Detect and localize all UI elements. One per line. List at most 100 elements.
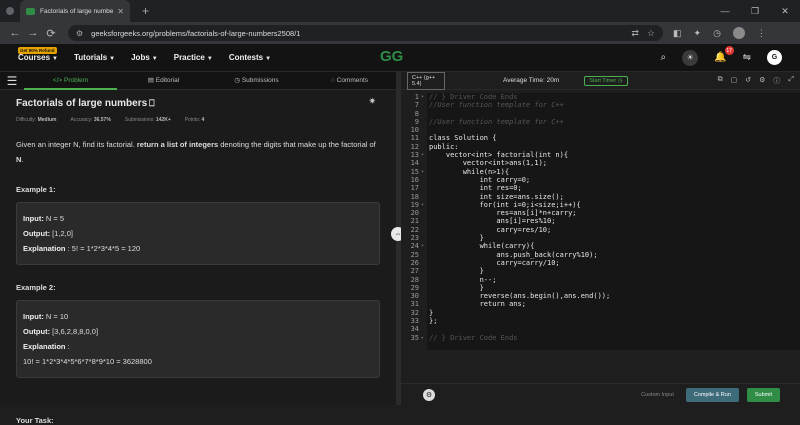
- code-line: 15 ▾ while(n>1){: [401, 168, 800, 176]
- gfg-logo[interactable]: GG: [380, 48, 403, 65]
- desc-text: denoting the digits that make up the fac…: [218, 140, 376, 149]
- url-bar[interactable]: ⚙ geeksforgeeks.org/problems/factorials-…: [68, 25, 663, 41]
- problem-tabs: ☰ </> Problem ▤ Editorial ◷ Submissions …: [0, 72, 396, 90]
- output-label: Output:: [23, 327, 51, 336]
- line-number: 12: [410, 142, 419, 151]
- back-icon[interactable]: ←: [6, 27, 24, 39]
- code-text: //User function template for C++: [429, 101, 564, 110]
- line-number: 7: [414, 101, 419, 110]
- theme-toggle-icon[interactable]: ☀: [682, 49, 699, 66]
- code-line: 32}: [401, 309, 800, 317]
- forward-icon[interactable]: →: [24, 27, 42, 39]
- code-line: 35 ▸// } Driver Code Ends: [401, 334, 800, 342]
- code-line: 29 }: [401, 284, 800, 292]
- refund-badge: Get 90% Refund: [18, 47, 57, 54]
- line-number: 15: [410, 167, 419, 176]
- header-actions: ⌕ ☀ 🔔 17 ⇋ G: [661, 46, 782, 66]
- fullscreen-icon[interactable]: ⤢: [788, 76, 794, 86]
- bookmark-star-icon[interactable]: ☆: [647, 28, 655, 39]
- code-text: //User function template for C++: [429, 117, 564, 126]
- notification-count-badge: 17: [724, 46, 734, 55]
- line-number: 26: [410, 258, 419, 267]
- copy-icon[interactable]: ⧉: [718, 76, 723, 86]
- language-select[interactable]: C++ (g++ 5.4): [407, 71, 445, 90]
- info-icon[interactable]: ⓘ: [773, 76, 780, 86]
- report-bug-icon[interactable]: ✷: [368, 96, 376, 107]
- translate-icon[interactable]: ⇋: [743, 52, 751, 63]
- site-info-icon[interactable]: ⚙: [76, 29, 83, 38]
- code-line: 26 carry=carry/10;: [401, 259, 800, 267]
- explanation-colon: :: [67, 342, 70, 351]
- code-line: 21 ans[i]=res%10;: [401, 217, 800, 225]
- puzzle-icon[interactable]: ✦: [694, 28, 702, 39]
- document-icon: ▤: [147, 76, 154, 84]
- problem-meta: Difficulty: Medium Accuracy: 36.57% Subm…: [16, 117, 386, 123]
- close-tab-icon[interactable]: ✕: [117, 7, 124, 16]
- output-label: Output:: [23, 229, 51, 238]
- reload-icon[interactable]: ⟳: [42, 27, 60, 40]
- submit-button[interactable]: Submit: [746, 387, 780, 402]
- problem-title: Factorials of large numbers ⎕: [16, 98, 386, 109]
- editor-settings-icon[interactable]: ⚙: [423, 388, 435, 401]
- code-text: };: [429, 317, 438, 326]
- code-line: 14 vector<int>ans(1,1);: [401, 159, 800, 167]
- code-text: }: [429, 234, 484, 243]
- code-editor[interactable]: 1 ▾// } Driver Code Ends 7 //User function …: [401, 93, 800, 383]
- more-icon[interactable]: ⋮: [757, 28, 766, 39]
- line-number: 10: [410, 126, 419, 135]
- menu-courses[interactable]: Get 90% Refund Courses ▼: [18, 47, 58, 62]
- user-avatar[interactable]: G: [767, 50, 782, 65]
- tab-submissions[interactable]: ◷ Submissions: [210, 72, 303, 90]
- minimize-icon[interactable]: —: [710, 6, 740, 17]
- line-number: 18: [410, 192, 419, 201]
- submissions-label: Submissions:: [124, 117, 155, 123]
- menu-jobs[interactable]: Jobs ▼: [131, 53, 158, 62]
- comment-icon: ◌: [330, 76, 335, 84]
- window-close-icon[interactable]: ✕: [770, 6, 800, 17]
- file-icon[interactable]: ▢: [731, 76, 738, 86]
- history-icon[interactable]: ◷: [713, 28, 721, 39]
- reset-icon[interactable]: ↺: [745, 76, 751, 86]
- code-line: 16 int carry=0;: [401, 176, 800, 184]
- extension-icon[interactable]: ◧: [673, 28, 682, 39]
- settings-icon[interactable]: ⚙: [759, 76, 765, 86]
- difficulty-value: Medium: [37, 117, 57, 123]
- code-text: }: [429, 267, 484, 276]
- start-timer-button[interactable]: Start Timer ◷: [584, 75, 628, 86]
- code-line: 22 carry=res/10;: [401, 226, 800, 234]
- code-text: int size=ans.size();: [429, 192, 564, 201]
- line-number: 14: [410, 159, 419, 168]
- notifications-icon[interactable]: 🔔 17: [714, 46, 734, 63]
- difficulty: Difficulty: Medium: [16, 117, 56, 123]
- menu-practice[interactable]: Practice ▼: [174, 53, 213, 62]
- line-number: 33: [410, 317, 419, 326]
- translate-icon[interactable]: ⇄: [631, 28, 639, 39]
- tab-problem[interactable]: </> Problem: [24, 72, 117, 90]
- code-text: public:: [429, 142, 459, 151]
- custom-input-button[interactable]: Custom Input: [641, 392, 674, 398]
- profile-avatar[interactable]: [732, 27, 745, 39]
- compile-run-button[interactable]: Compile & Run: [685, 387, 739, 402]
- tab-editorial[interactable]: ▤ Editorial: [117, 72, 210, 90]
- line-number: 8: [414, 109, 419, 118]
- menu-contests[interactable]: Contests ▼: [229, 53, 271, 62]
- code-line: 12 public:: [401, 143, 800, 151]
- maximize-icon[interactable]: ❐: [740, 6, 770, 17]
- browser-tab-strip: Factorials of large numbers | Pra ✕ + — …: [0, 0, 800, 22]
- line-number: 13: [410, 151, 419, 160]
- search-icon[interactable]: ⌕: [661, 52, 667, 63]
- bookmark-icon[interactable]: ⎕: [149, 98, 154, 109]
- new-tab-icon[interactable]: +: [142, 4, 149, 18]
- tab-search-icon[interactable]: [6, 7, 14, 15]
- menu-tutorials[interactable]: Tutorials ▼: [74, 53, 115, 62]
- code-line: 8: [401, 110, 800, 118]
- input-value: N = 5: [45, 214, 65, 223]
- code-line: 17 int res=0;: [401, 184, 800, 192]
- browser-tab[interactable]: Factorials of large numbers | Pra ✕: [20, 0, 130, 22]
- desc-bold: return a list of integers: [136, 140, 219, 149]
- tab-comments[interactable]: ◌ Comments: [303, 72, 396, 90]
- code-text: n--;: [429, 275, 497, 284]
- menu-hamburger-icon[interactable]: ☰: [0, 74, 24, 88]
- editor-pane: C++ (g++ 5.4) Average Time: 20m Start Ti…: [401, 71, 800, 405]
